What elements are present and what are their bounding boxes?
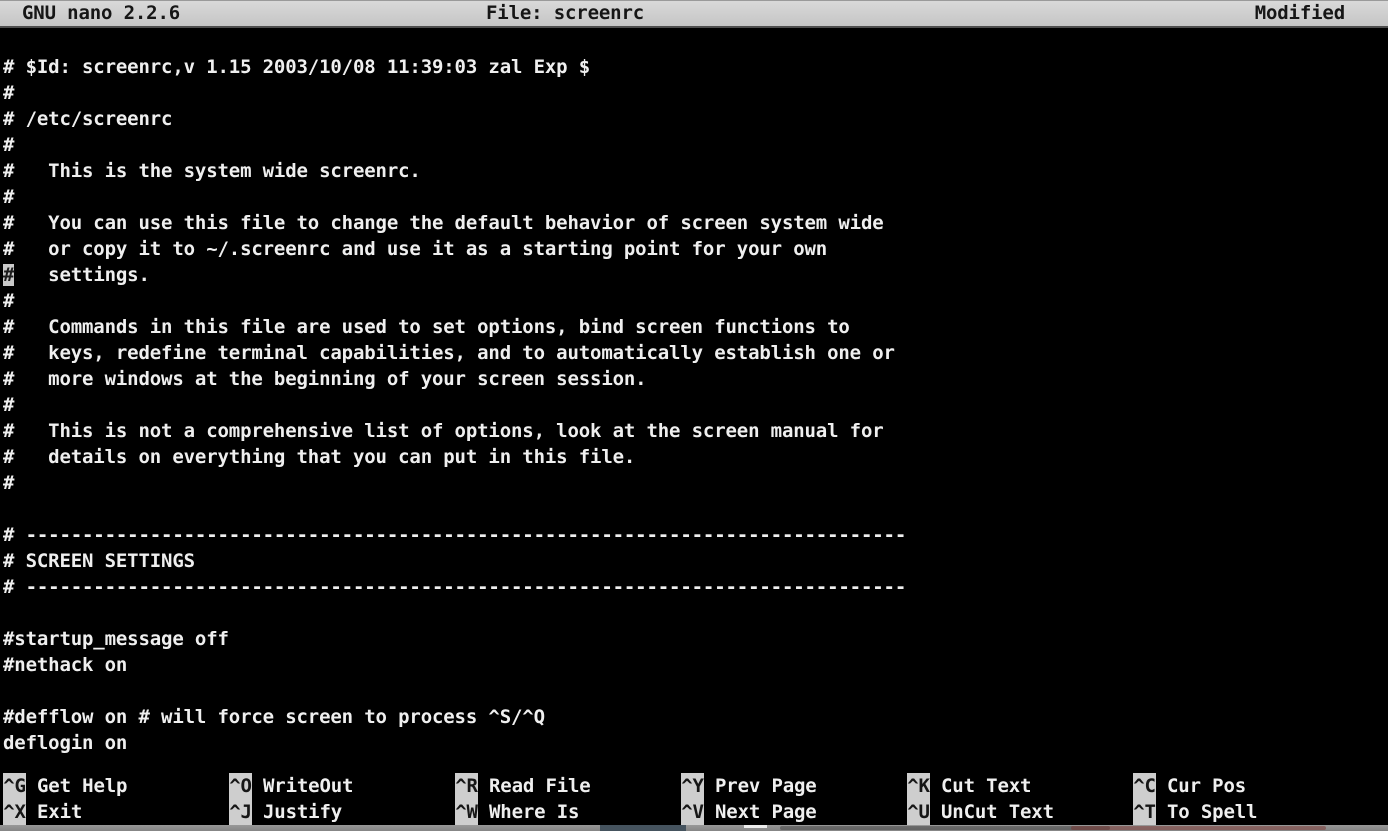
shortcut-label: WriteOut xyxy=(263,775,353,797)
shortcut-key: ^V xyxy=(681,799,704,825)
editor-line: # more windows at the beginning of your … xyxy=(3,366,1388,392)
shortcut-row: ^G Get Help ^O WriteOut ^R Read File ^Y Prev Pa… xyxy=(3,773,1388,799)
editor-line: # xyxy=(3,392,1388,418)
modified-indicator: Modified xyxy=(1255,1,1345,26)
editor-line xyxy=(3,678,1388,704)
shortcut-prev-page: ^Y Prev Page xyxy=(681,773,907,799)
shortcut-label: Justify xyxy=(263,801,342,823)
background-fragment xyxy=(1071,826,1326,830)
shortcut-get-help: ^G Get Help xyxy=(3,773,229,799)
shortcut-uncut-text: ^U UnCut Text xyxy=(907,799,1133,825)
shortcut-label: Read File xyxy=(489,775,591,797)
editor-line: #startup_message off xyxy=(3,626,1388,652)
file-name-title: File: screenrc xyxy=(486,1,644,26)
editor-text-area[interactable]: # $Id: screenrc,v 1.15 2003/10/08 11:39:… xyxy=(0,28,1388,773)
shortcut-key: ^W xyxy=(455,799,478,825)
editor-line: # SCREEN SETTINGS xyxy=(3,548,1388,574)
editor-line: # xyxy=(3,80,1388,106)
editor-line: deflogin on xyxy=(3,730,1388,756)
shortcut-key: ^Y xyxy=(681,773,704,799)
shortcut-key: ^C xyxy=(1133,773,1156,799)
editor-line: #nethack on xyxy=(3,652,1388,678)
editor-line: #defflow on # will force screen to proce… xyxy=(3,704,1388,730)
background-window-edge xyxy=(0,825,1388,831)
text-cursor: # xyxy=(3,264,14,286)
shortcut-label: Cut Text xyxy=(941,775,1031,797)
editor-line: # This is the system wide screenrc. xyxy=(3,158,1388,184)
editor-line: # --------------------------------------… xyxy=(3,574,1388,600)
shortcut-help-bar: ^G Get Help ^O WriteOut ^R Read File ^Y Prev Pa… xyxy=(0,773,1388,825)
background-fragment xyxy=(780,826,1110,830)
shortcut-key: ^G xyxy=(3,773,26,799)
shortcut-key: ^O xyxy=(229,773,252,799)
shortcut-label: Get Help xyxy=(37,775,127,797)
editor-line: # This is not a comprehensive list of op… xyxy=(3,418,1388,444)
editor-line: # settings. xyxy=(3,262,1388,288)
editor-line xyxy=(3,496,1388,522)
shortcut-row: ^X Exit ^J Justify ^W Where Is ^V Next Page ^U Un… xyxy=(3,799,1388,825)
shortcut-key: ^U xyxy=(907,799,930,825)
app-version-title: GNU nano 2.2.6 xyxy=(22,1,180,26)
shortcut-label: Exit xyxy=(37,801,82,823)
shortcut-label: UnCut Text xyxy=(941,801,1054,823)
shortcut-label: Prev Page xyxy=(715,775,817,797)
shortcut-read-file: ^R Read File xyxy=(455,773,681,799)
background-fragment xyxy=(744,825,767,828)
editor-line: # /etc/screenrc xyxy=(3,106,1388,132)
nano-titlebar: GNU nano 2.2.6 File: screenrc Modified xyxy=(0,0,1388,28)
shortcut-label: Where Is xyxy=(489,801,579,823)
shortcut-cur-pos: ^C Cur Pos xyxy=(1133,773,1359,799)
nano-terminal-window: GNU nano 2.2.6 File: screenrc Modified #… xyxy=(0,0,1388,831)
shortcut-label: Cur Pos xyxy=(1167,775,1246,797)
shortcut-exit: ^X Exit xyxy=(3,799,229,825)
shortcut-cut-text: ^K Cut Text xyxy=(907,773,1133,799)
editor-line: # xyxy=(3,288,1388,314)
background-fragment xyxy=(600,825,686,831)
editor-line: # --------------------------------------… xyxy=(3,522,1388,548)
editor-line xyxy=(3,600,1388,626)
shortcut-next-page: ^V Next Page xyxy=(681,799,907,825)
shortcut-writeout: ^O WriteOut xyxy=(229,773,455,799)
editor-line: # xyxy=(3,184,1388,210)
shortcut-key: ^T xyxy=(1133,799,1156,825)
shortcut-to-spell: ^T To Spell xyxy=(1133,799,1359,825)
editor-line: # Commands in this file are used to set … xyxy=(3,314,1388,340)
editor-line: # details on everything that you can put… xyxy=(3,444,1388,470)
editor-line: # or copy it to ~/.screenrc and use it a… xyxy=(3,236,1388,262)
editor-line: # keys, redefine terminal capabilities, … xyxy=(3,340,1388,366)
shortcut-justify: ^J Justify xyxy=(229,799,455,825)
editor-line: # xyxy=(3,132,1388,158)
shortcut-key: ^X xyxy=(3,799,26,825)
shortcut-label: Next Page xyxy=(715,801,817,823)
editor-line: # You can use this file to change the de… xyxy=(3,210,1388,236)
editor-line: # $Id: screenrc,v 1.15 2003/10/08 11:39:… xyxy=(3,54,1388,80)
shortcut-label: To Spell xyxy=(1167,801,1257,823)
shortcut-where-is: ^W Where Is xyxy=(455,799,681,825)
shortcut-key: ^R xyxy=(455,773,478,799)
shortcut-key: ^K xyxy=(907,773,930,799)
shortcut-key: ^J xyxy=(229,799,252,825)
editor-line: # xyxy=(3,470,1388,496)
